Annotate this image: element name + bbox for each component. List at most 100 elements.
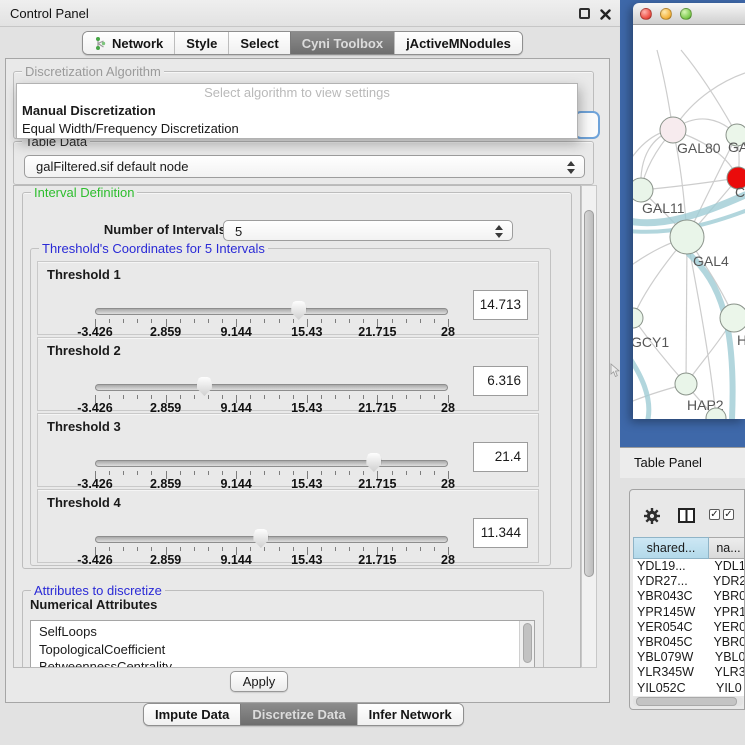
slider-thumb[interactable] (197, 377, 212, 396)
dropdown-prompt-item[interactable]: Select algorithm to view settings (17, 84, 577, 102)
network-icon (94, 36, 107, 51)
close-traffic-light-icon[interactable] (640, 8, 652, 20)
network-edge[interactable] (641, 178, 738, 190)
scrollbar-thumb[interactable] (636, 697, 737, 706)
slider-tick (279, 395, 280, 399)
numerical-attributes-label: Numerical Attributes (30, 597, 157, 612)
slider-tick (279, 319, 280, 323)
table-header: shared... na... (633, 537, 745, 559)
attribute-list-item[interactable]: SelfLoops (31, 623, 534, 641)
table-row[interactable]: YBL079WYBL0 (633, 650, 745, 665)
apply-button[interactable]: Apply (230, 671, 288, 692)
table-panel-titlebar: Table Panel (620, 447, 745, 478)
network-edge[interactable] (673, 73, 745, 130)
checkbox-icon[interactable]: ✓ (709, 509, 720, 520)
slider-track[interactable] (95, 536, 448, 543)
zoom-traffic-light-icon[interactable] (680, 8, 692, 20)
slider-track[interactable] (95, 460, 448, 467)
checkbox-icon[interactable]: ✓ (723, 509, 734, 520)
attribute-list-scrollbar[interactable] (519, 621, 534, 668)
column-layout-icon[interactable] (678, 508, 695, 526)
network-edge[interactable] (681, 50, 737, 135)
network-node[interactable] (675, 373, 697, 395)
slider-track[interactable] (95, 308, 448, 315)
tab-infer-network[interactable]: Infer Network (357, 704, 463, 725)
mouse-cursor (610, 363, 620, 381)
tab-select[interactable]: Select (228, 32, 289, 54)
dropdown-option[interactable]: Equal Width/Frequency Discretization (17, 120, 577, 138)
slider-thumb[interactable] (291, 301, 306, 320)
cell-name: YDR2 (709, 574, 745, 589)
table-row[interactable]: YER054CYER0 (633, 620, 745, 635)
slider-tick (137, 319, 138, 323)
tab-discretize-data[interactable]: Discretize Data (240, 704, 356, 725)
slider-tick (250, 547, 251, 551)
combobox-stepper-icon[interactable] (495, 225, 504, 238)
cell-shared-name: YDL19... (633, 559, 710, 574)
table-data-combobox[interactable]: galFiltered.sif default node (24, 155, 585, 178)
network-edge-highlighted[interactable] (689, 254, 733, 419)
threshold-value-field[interactable]: 21.4 (473, 442, 528, 472)
numerical-attributes-list[interactable]: SelfLoopsTopologicalCoefficientBetweenne… (30, 620, 535, 668)
tab-jactivemnodules[interactable]: jActiveMNodules (394, 32, 522, 54)
tab-cyni-toolbox[interactable]: Cyni Toolbox (290, 32, 394, 54)
table-row[interactable]: YLR345WYLR3 (633, 665, 745, 680)
scrollbar-thumb[interactable] (523, 623, 532, 663)
table-horizontal-scrollbar[interactable] (633, 697, 743, 706)
dropdown-option[interactable]: Manual Discretization (17, 102, 577, 120)
network-edge-highlighted[interactable] (633, 357, 649, 419)
network-node[interactable] (633, 308, 643, 328)
tab-network[interactable]: Network (83, 32, 174, 54)
threshold-value-field[interactable]: 14.713 (473, 290, 528, 320)
cell-name: YPR1 (709, 605, 745, 620)
slider-tick (363, 395, 364, 399)
slider-tick (434, 319, 435, 323)
gear-icon[interactable] (643, 507, 661, 528)
table-row[interactable]: YPR145WYPR1 (633, 605, 745, 620)
cell-name: YER0 (709, 620, 745, 635)
column-header-name[interactable]: na... (709, 537, 745, 559)
slider-track[interactable] (95, 384, 448, 391)
slider-thumb[interactable] (253, 529, 268, 548)
slider-tick (123, 395, 124, 399)
slider-tick (180, 547, 181, 551)
panel-scrollbar-thumb[interactable] (584, 210, 594, 577)
number-of-intervals-combobox[interactable]: 5 (223, 220, 513, 241)
combobox-stepper-icon[interactable] (567, 161, 576, 174)
slider-tick (109, 547, 110, 551)
attribute-items: SelfLoopsTopologicalCoefficientBetweenne… (31, 623, 534, 668)
slider-tick (222, 395, 223, 399)
tab-style[interactable]: Style (174, 32, 228, 54)
attribute-list-item[interactable]: TopologicalCoefficient (31, 641, 534, 659)
table-row[interactable]: YIL052CYIL0 (633, 681, 745, 696)
table-row[interactable]: YBR045CYBR0 (633, 635, 745, 650)
tab-impute-data[interactable]: Impute Data (144, 704, 240, 725)
slider-thumb[interactable] (366, 453, 381, 472)
float-window-icon[interactable] (579, 8, 590, 19)
slider-tick (123, 471, 124, 475)
attribute-list-item[interactable]: BetweennessCentrality (31, 658, 534, 668)
slider-tick (279, 471, 280, 475)
close-icon[interactable] (600, 8, 611, 19)
threshold-value-field[interactable]: 11.344 (473, 518, 528, 548)
table-row[interactable]: YBR043CYBR0 (633, 589, 745, 604)
minimize-traffic-light-icon[interactable] (660, 8, 672, 20)
panel-scrollbar[interactable] (581, 185, 597, 668)
network-node[interactable] (633, 178, 653, 202)
threshold-value-field[interactable]: 6.316 (473, 366, 528, 396)
slider-tick (264, 319, 265, 323)
network-canvas[interactable]: GAL80GACGAL11GAL4GCY1HHAP2 (633, 25, 745, 419)
top-tab-bar: NetworkStyleSelectCyni ToolboxjActiveMNo… (82, 31, 523, 55)
slider-tick (293, 471, 294, 475)
network-node[interactable] (670, 220, 704, 254)
cell-name: YBL0 (711, 650, 745, 665)
slider-tick (349, 395, 350, 399)
network-view-window: GAL80GACGAL11GAL4GCY1HHAP2 (633, 3, 745, 419)
network-edge[interactable] (686, 237, 687, 384)
column-header-shared-name[interactable]: shared... (633, 537, 709, 559)
slider-tick-label: 9.144 (214, 553, 258, 567)
network-node[interactable] (720, 304, 745, 332)
table-row[interactable]: YDR27...YDR2 (633, 574, 745, 589)
network-node-label: C (735, 184, 745, 200)
table-row[interactable]: YDL19...YDL1 (633, 559, 745, 574)
